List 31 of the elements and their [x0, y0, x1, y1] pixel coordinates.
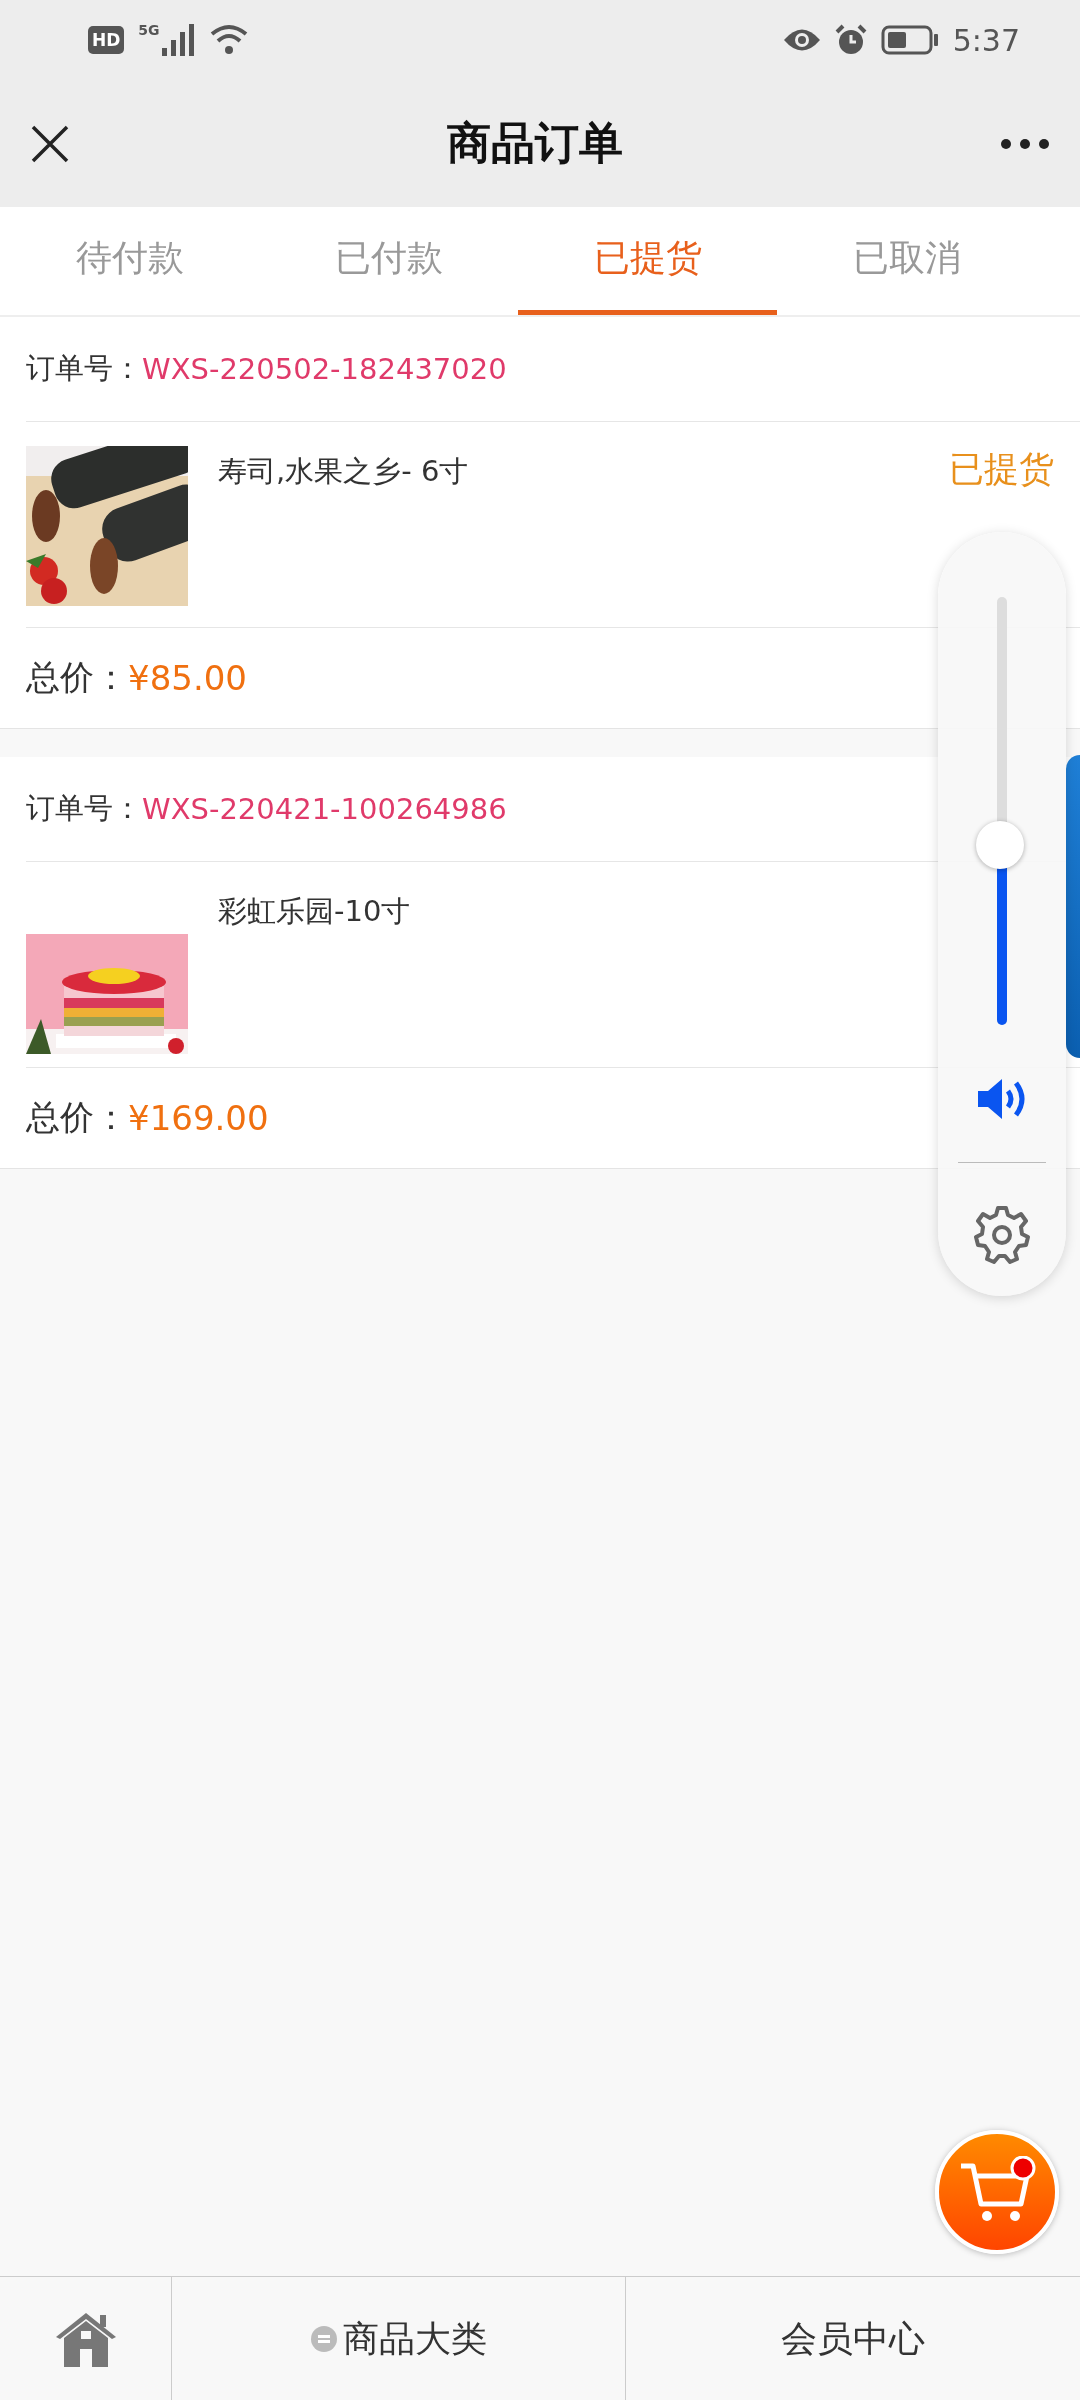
page-title: 商品订单: [447, 116, 623, 170]
tab[interactable]: 已取消: [777, 207, 1036, 315]
clock-time: 5:37: [952, 22, 1020, 58]
close-icon[interactable]: [30, 123, 70, 164]
nav-button[interactable]: 商品大类: [172, 2277, 626, 2400]
side-tab[interactable]: [1066, 755, 1080, 1058]
order-number: WXS-220421-100264986: [142, 792, 507, 826]
alarm-icon: [834, 24, 867, 56]
wifi-icon: [209, 24, 248, 56]
order-status: 已提货: [949, 448, 1054, 491]
more-icon[interactable]: [1000, 137, 1050, 150]
battery-icon: [880, 25, 939, 55]
hd-icon: HD: [88, 26, 125, 54]
eye-icon: [782, 27, 821, 53]
total-price: ¥169.00: [128, 1098, 269, 1138]
menu-icon: [310, 2326, 337, 2352]
settings-icon[interactable]: [972, 1204, 1032, 1264]
cart-button[interactable]: [935, 2130, 1059, 2254]
network-label: 5G: [138, 22, 160, 38]
nav-button[interactable]: 会员中心: [626, 2277, 1080, 2400]
total-price: ¥85.00: [128, 658, 247, 698]
total-label: 总价：: [26, 656, 128, 699]
total-label: 总价：: [26, 1096, 128, 1139]
product-name: 寿司,水果之乡- 6寸: [218, 453, 470, 490]
order-number: WXS-220502-182437020: [142, 352, 507, 386]
order-label: 订单号：: [26, 350, 142, 387]
tab[interactable]: 已付款: [259, 207, 518, 315]
order-label: 订单号：: [26, 790, 142, 827]
tab[interactable]: 待付款: [0, 207, 259, 315]
product-name: 彩虹乐园-10寸: [218, 893, 412, 930]
signal-icon: [161, 24, 196, 56]
